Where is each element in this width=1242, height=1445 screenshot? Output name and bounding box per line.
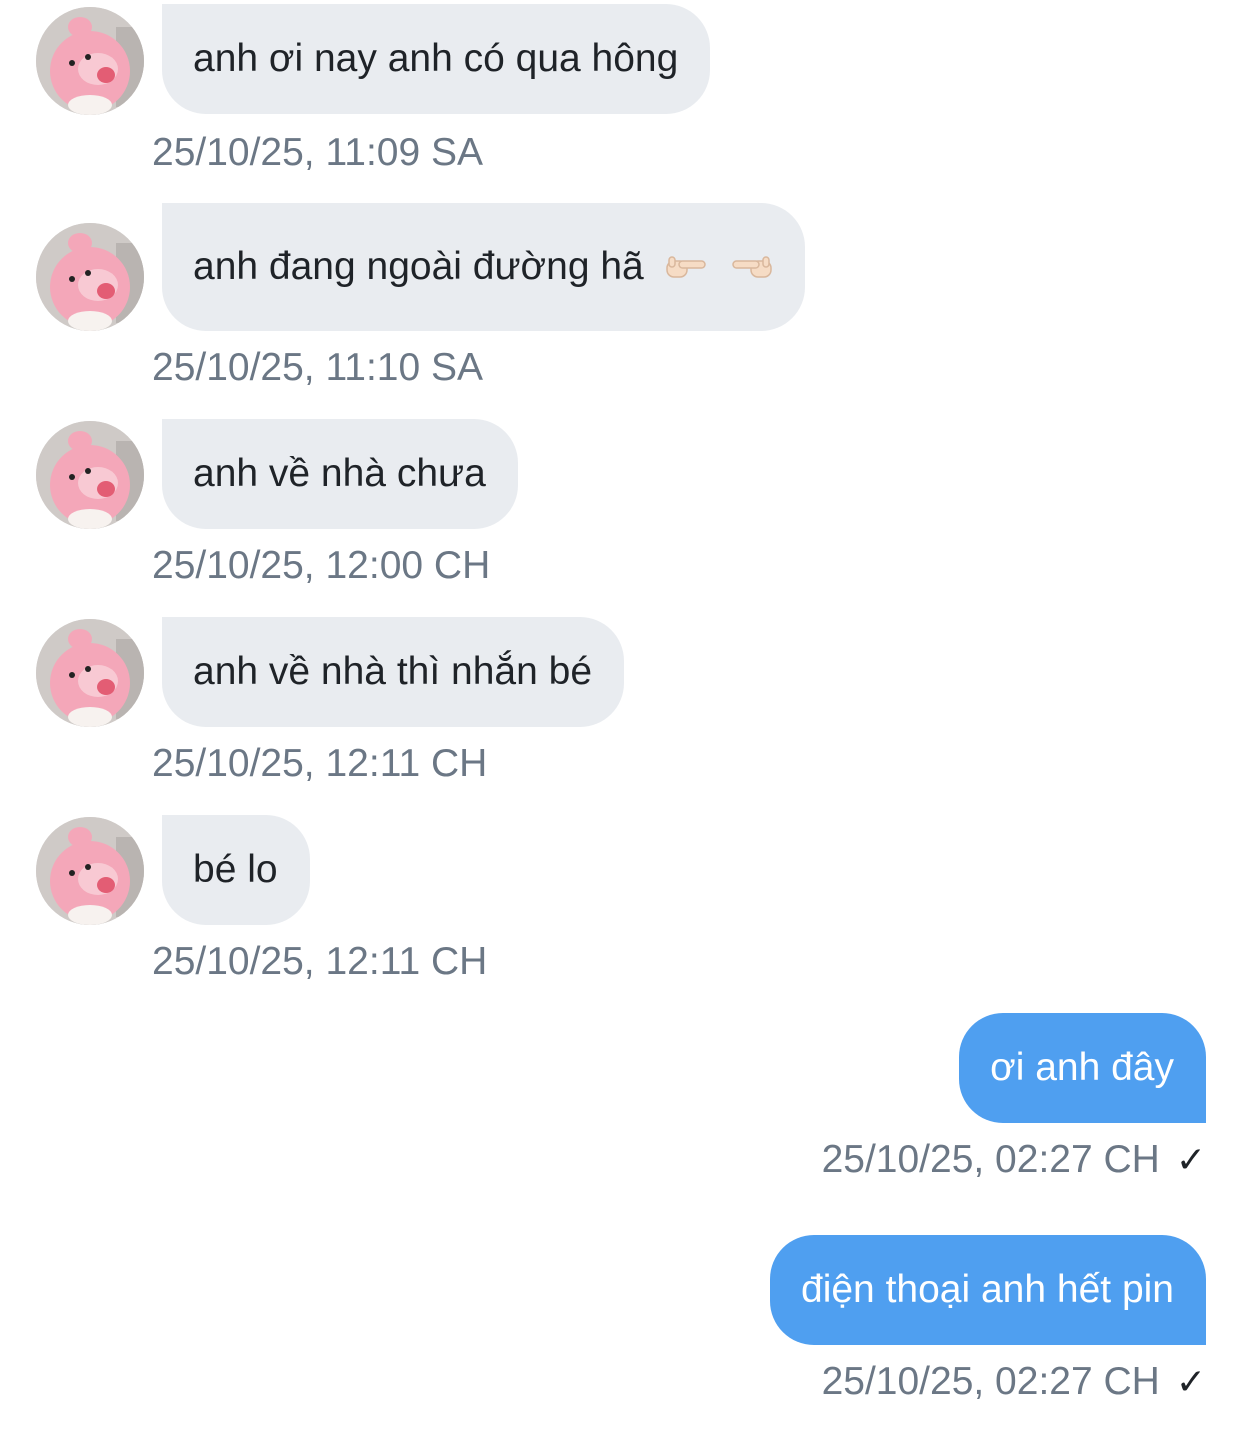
message-text: anh về nhà chưa [193, 452, 486, 495]
message-meta: 25/10/25, 02:27 CH ✓ [822, 1137, 1206, 1183]
message-text: điện thoại anh hết pin [801, 1268, 1174, 1311]
message-bubble[interactable]: anh về nhà chưa [162, 419, 518, 529]
message-text: anh về nhà thì nhắn bé [193, 650, 593, 693]
message-timestamp: 25/10/25, 12:00 CH [152, 544, 491, 587]
message-bubble[interactable]: anh đang ngoài đường hã [162, 203, 806, 333]
message-bubble[interactable]: anh ơi nay anh có qua hông [162, 4, 711, 114]
message-timestamp: 25/10/25, 11:10 SA [152, 346, 484, 389]
message-text: anh ơi nay anh có qua hông [193, 37, 679, 80]
sender-avatar[interactable] [36, 619, 144, 727]
sender-avatar[interactable] [36, 7, 144, 115]
pointing-left-hand-icon [731, 205, 773, 333]
pink-bear-avatar-icon [36, 619, 144, 727]
pointing-right-hand-icon [665, 205, 707, 333]
message-meta: 25/10/25, 02:27 CH ✓ [822, 1359, 1206, 1405]
pink-bear-avatar-icon [36, 421, 144, 529]
message-bubble[interactable]: anh về nhà thì nhắn bé [162, 617, 625, 727]
message-bubble[interactable]: ơi anh đây [959, 1013, 1206, 1123]
message-timestamp: 25/10/25, 02:27 CH [821, 1360, 1160, 1403]
sender-avatar[interactable] [36, 223, 144, 331]
message-timestamp: 25/10/25, 11:09 SA [152, 131, 484, 174]
pink-bear-avatar-icon [36, 7, 144, 115]
sender-avatar[interactable] [36, 817, 144, 925]
message-bubble[interactable]: điện thoại anh hết pin [770, 1235, 1206, 1345]
message-timestamp: 25/10/25, 12:11 CH [152, 742, 488, 785]
sender-avatar[interactable] [36, 421, 144, 529]
checkmark-icon: ✓ [1175, 1139, 1206, 1180]
message-text: anh đang ngoài đường hã [193, 245, 644, 288]
message-text: ơi anh đây [990, 1046, 1174, 1089]
message-timestamp: 25/10/25, 02:27 CH [821, 1138, 1160, 1181]
chat-thread: anh ơi nay anh có qua hông 25/10/25, 11:… [0, 0, 1242, 1445]
checkmark-icon: ✓ [1175, 1361, 1206, 1402]
pink-bear-avatar-icon [36, 223, 144, 331]
message-text: bé lo [193, 848, 278, 891]
pink-bear-avatar-icon [36, 817, 144, 925]
message-bubble[interactable]: bé lo [162, 815, 310, 925]
message-timestamp: 25/10/25, 12:11 CH [152, 940, 488, 983]
